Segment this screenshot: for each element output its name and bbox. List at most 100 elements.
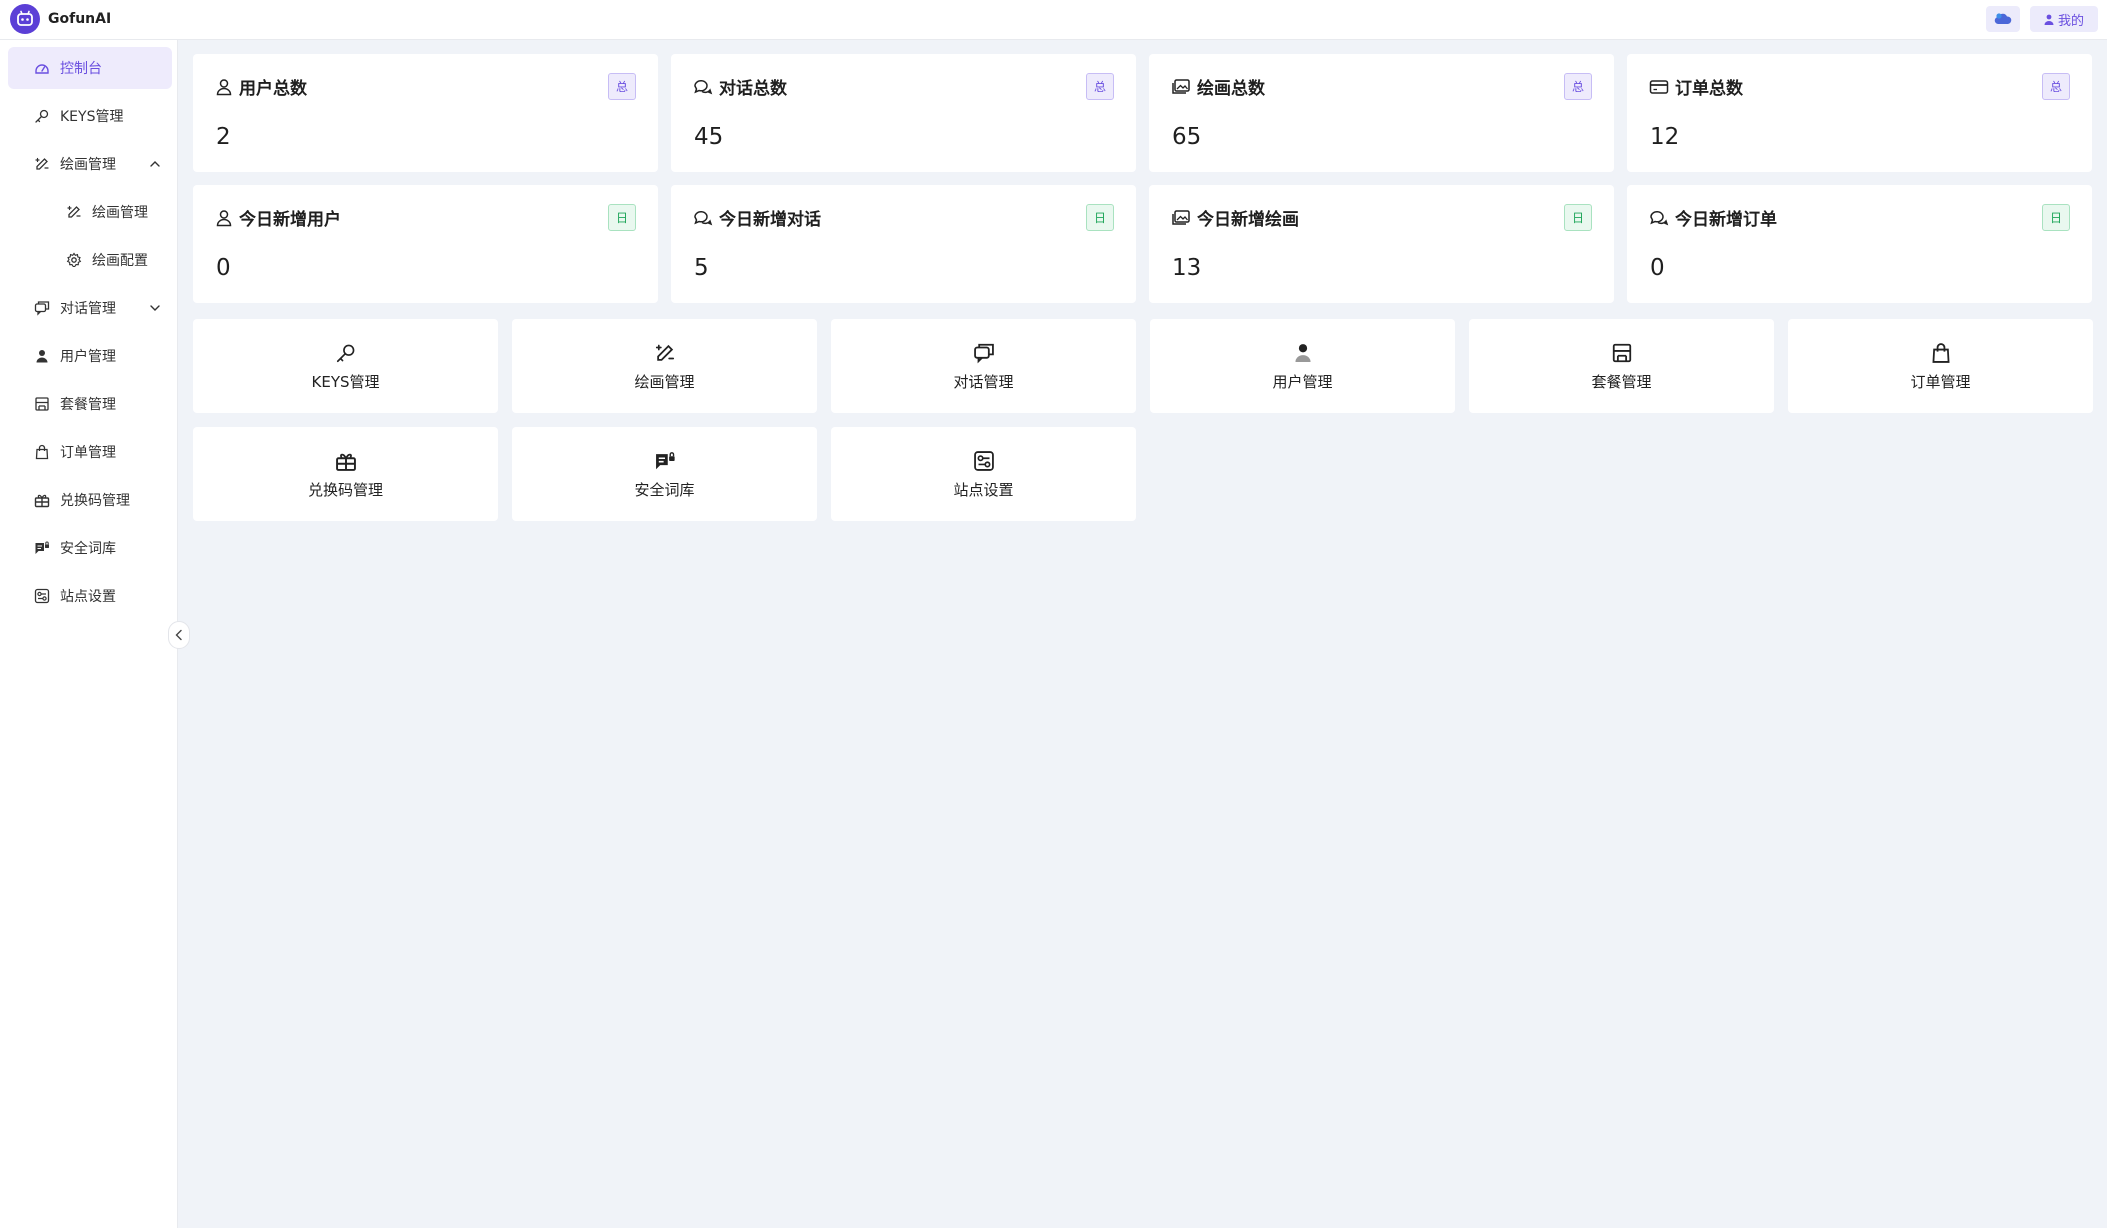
chats-icon: [1650, 210, 1669, 225]
dashboard-icon: [33, 59, 51, 77]
sidebar-item-drawing-manage[interactable]: 绘画管理: [8, 191, 172, 233]
shortcut-label: 套餐管理: [1591, 372, 1652, 391]
stat-title: 用户总数: [239, 79, 307, 99]
chevron-down-icon: [150, 305, 160, 311]
sidebar-collapse-button[interactable]: [168, 621, 190, 649]
sidebar-item-users[interactable]: 用户管理: [8, 335, 172, 377]
shortcut-packages[interactable]: 套餐管理: [1469, 319, 1774, 413]
stat-value: 0: [216, 255, 231, 281]
stat-title: 绘画总数: [1197, 79, 1265, 99]
settings-panel-icon: [972, 449, 996, 473]
sidebar-item-label: 绘画管理: [92, 205, 148, 221]
sidebar-item-label: 站点设置: [60, 589, 116, 605]
user-icon: [1291, 341, 1315, 365]
shortcut-label: 兑换码管理: [307, 480, 383, 499]
key-icon: [334, 341, 358, 365]
chats-icon: [694, 210, 713, 225]
shortcut-keys[interactable]: KEYS管理: [193, 319, 498, 413]
stat-card-today-drawings: 今日新增绘画 13 日: [1149, 185, 1614, 303]
stat-value: 0: [1650, 255, 1665, 281]
sidebar-item-packages[interactable]: 套餐管理: [8, 383, 172, 425]
stat-title: 今日新增绘画: [1197, 210, 1299, 230]
chat-lock-icon: [653, 449, 677, 473]
stat-card-today-users: 今日新增用户 0 日: [193, 185, 658, 303]
shortcut-redeem-codes[interactable]: 兑换码管理: [193, 427, 498, 521]
stat-value: 65: [1172, 124, 1202, 150]
stat-value: 12: [1650, 124, 1680, 150]
sidebar-item-drawing[interactable]: 绘画管理: [8, 143, 172, 185]
stat-value: 13: [1172, 255, 1202, 281]
sidebar-item-label: 用户管理: [60, 349, 116, 365]
sidebar-item-drawing-config[interactable]: 绘画配置: [8, 239, 172, 281]
sidebar-item-label: 对话管理: [60, 301, 116, 317]
shortcut-label: 站点设置: [953, 480, 1014, 499]
shortcut-chat[interactable]: 对话管理: [831, 319, 1136, 413]
shortcut-safe-words[interactable]: 安全词库: [512, 427, 817, 521]
stat-card-today-chats: 今日新增对话 5 日: [671, 185, 1136, 303]
stat-card-total-orders: 订单总数 12 总: [1627, 54, 2092, 172]
shortcut-site-settings[interactable]: 站点设置: [831, 427, 1136, 521]
bag-icon: [1929, 341, 1953, 365]
draw-icon: [653, 341, 677, 365]
my-label: 我的: [2057, 13, 2084, 29]
shortcut-label: 绘画管理: [634, 372, 695, 391]
chevron-left-icon: [175, 629, 182, 641]
sidebar-item-label: 订单管理: [60, 445, 116, 461]
sidebar-item-redeem-codes[interactable]: 兑换码管理: [8, 479, 172, 521]
draw-icon: [65, 203, 83, 221]
sidebar-item-label: 绘画配置: [92, 253, 148, 269]
stat-tag: 日: [608, 204, 636, 231]
my-button[interactable]: 我的: [2030, 6, 2098, 32]
stat-tag: 总: [1564, 73, 1592, 100]
sidebar-item-chat[interactable]: 对话管理: [8, 287, 172, 329]
shortcut-users[interactable]: 用户管理: [1150, 319, 1455, 413]
stat-tag: 日: [2042, 204, 2070, 231]
logo-icon: [10, 4, 40, 34]
shortcut-label: 安全词库: [634, 480, 695, 499]
stat-card-total-drawings: 绘画总数 65 总: [1149, 54, 1614, 172]
cloud-button[interactable]: [1986, 6, 2020, 32]
user-outline-icon: [216, 78, 232, 95]
shortcut-drawing[interactable]: 绘画管理: [512, 319, 817, 413]
sidebar-item-dashboard[interactable]: 控制台: [8, 47, 172, 89]
bag-icon: [33, 443, 51, 461]
stat-tag: 日: [1086, 204, 1114, 231]
settings-panel-icon: [33, 587, 51, 605]
sidebar-item-label: 套餐管理: [60, 397, 116, 413]
stat-card-total-users: 用户总数 2 总: [193, 54, 658, 172]
stat-tag: 日: [1564, 204, 1592, 231]
user-outline-icon: [216, 209, 232, 226]
cloud-icon: [1994, 13, 2012, 24]
sidebar-item-safe-words[interactable]: 安全词库: [8, 527, 172, 569]
shortcut-orders[interactable]: 订单管理: [1788, 319, 2093, 413]
shortcut-label: 对话管理: [953, 372, 1014, 391]
stat-title: 今日新增用户: [239, 210, 341, 230]
key-icon: [33, 107, 51, 125]
gear-icon: [65, 251, 83, 269]
chevron-up-icon: [150, 161, 160, 167]
stat-value: 2: [216, 124, 231, 150]
stat-tag: 总: [1086, 73, 1114, 100]
stat-tag: 总: [608, 73, 636, 100]
user-icon: [33, 347, 51, 365]
stat-card-total-chats: 对话总数 45 总: [671, 54, 1136, 172]
stat-tag: 总: [2042, 73, 2070, 100]
sidebar-item-label: KEYS管理: [60, 109, 124, 125]
stat-value: 5: [694, 255, 709, 281]
chats-icon: [694, 79, 713, 94]
sidebar-item-label: 安全词库: [60, 541, 116, 557]
top-bar: GofunAI 我的: [0, 0, 2107, 40]
chat-icon: [33, 299, 51, 317]
shortcut-label: 订单管理: [1910, 372, 1971, 391]
store-icon: [33, 395, 51, 413]
sidebar-item-orders[interactable]: 订单管理: [8, 431, 172, 473]
stat-title: 对话总数: [719, 79, 787, 99]
sidebar-item-site-settings[interactable]: 站点设置: [8, 575, 172, 617]
stat-value: 45: [694, 124, 724, 150]
sidebar-item-keys[interactable]: KEYS管理: [8, 95, 172, 137]
store-icon: [1610, 341, 1634, 365]
sidebar-item-label: 控制台: [60, 61, 102, 77]
stat-title: 今日新增对话: [719, 210, 821, 230]
images-icon: [1172, 209, 1190, 225]
gift-icon: [334, 449, 358, 473]
